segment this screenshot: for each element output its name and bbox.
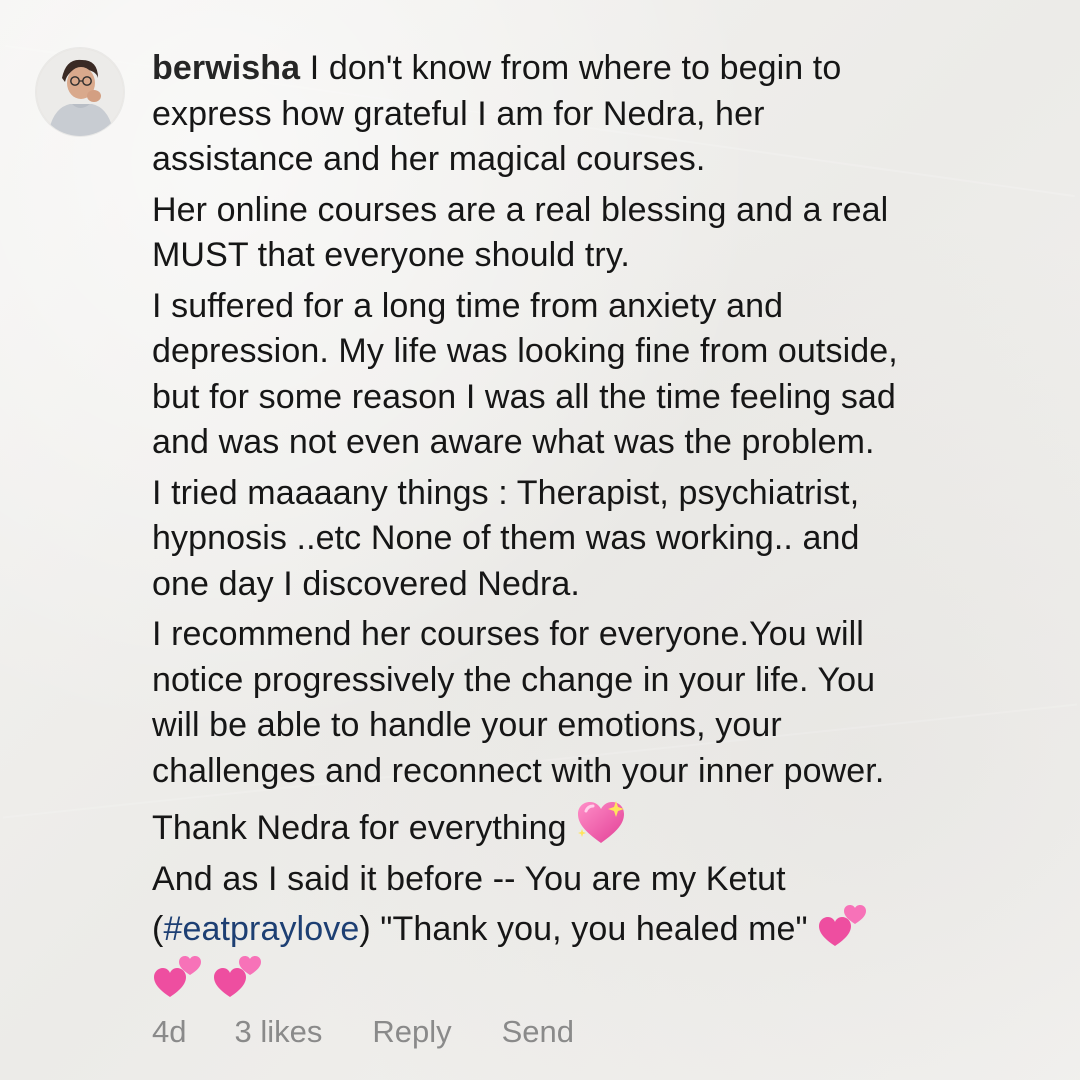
comment-text: notice progressively the change in your … bbox=[152, 660, 876, 699]
comment-paragraph: I tried maaaany things : Therapist, psyc… bbox=[152, 471, 1056, 608]
comment-text: ) "Thank you, you healed me" bbox=[359, 910, 818, 948]
comment-text: I tried maaaany things : Therapist, psyc… bbox=[152, 473, 860, 512]
comment-paragraph: Her online courses are a real blessing a… bbox=[152, 188, 1056, 279]
comment-text: I suffered for a long time from anxiety … bbox=[152, 286, 784, 325]
comment-text: and was not even aware what was the prob… bbox=[152, 423, 875, 461]
comment-paragraph: berwisha I don't know from where to begi… bbox=[152, 46, 1056, 183]
comment-text: but for some reason I was all the time f… bbox=[152, 377, 896, 416]
comment-text: Thank Nedra for everything bbox=[152, 809, 577, 847]
comment-body: berwisha I don't know from where to begi… bbox=[152, 46, 1056, 1008]
comment-meta: 4d 3 likes Reply Send bbox=[152, 1014, 624, 1050]
comment-text: hypnosis ..etc None of them was working.… bbox=[152, 519, 860, 557]
comment-text: MUST that everyone should try. bbox=[152, 236, 630, 274]
sparkling-heart-icon bbox=[576, 799, 626, 847]
hashtag-link[interactable]: #eatpraylove bbox=[163, 910, 359, 948]
comment-paragraph: And as I said it before -- You are my Ke… bbox=[152, 857, 1056, 1004]
send-button[interactable]: Send bbox=[502, 1014, 574, 1050]
comment-timestamp: 4d bbox=[152, 1014, 187, 1049]
two-hearts-icon bbox=[817, 902, 867, 948]
reply-button[interactable]: Reply bbox=[372, 1014, 451, 1050]
avatar[interactable] bbox=[36, 48, 124, 136]
comment-text: challenges and reconnect with your inner… bbox=[152, 751, 885, 790]
comment-paragraph: I suffered for a long time from anxiety … bbox=[152, 284, 1056, 466]
comment-text: Her online courses are a real blessing a… bbox=[152, 190, 889, 229]
comment-text: I recommend her courses for everyone.You… bbox=[152, 615, 864, 653]
comment-text: depression. My life was looking fine fro… bbox=[152, 332, 898, 370]
comment-text: assistance and her magical courses. bbox=[152, 140, 706, 178]
comment-text: And as I said it before -- You are my Ke… bbox=[152, 859, 786, 898]
likes-count[interactable]: 3 likes bbox=[234, 1014, 322, 1050]
comment-text: I don't know from where to begin to bbox=[300, 49, 842, 87]
comment-text: express how grateful I am for Nedra, her bbox=[152, 94, 765, 133]
comment-paragraph: Thank Nedra for everything bbox=[152, 799, 1056, 852]
comment-text: ( bbox=[152, 910, 164, 948]
two-hearts-icon bbox=[152, 953, 202, 999]
comment-text: one day I discovered Nedra. bbox=[152, 564, 580, 603]
username[interactable]: berwisha bbox=[152, 49, 300, 87]
profile-photo-avatar-icon bbox=[36, 48, 124, 136]
comment: berwisha I don't know from where to begi… bbox=[36, 46, 1056, 1008]
two-hearts-icon bbox=[212, 953, 262, 999]
comment-text: will be able to handle your emotions, yo… bbox=[152, 706, 782, 744]
comment-paragraph: I recommend her courses for everyone.You… bbox=[152, 612, 1056, 794]
